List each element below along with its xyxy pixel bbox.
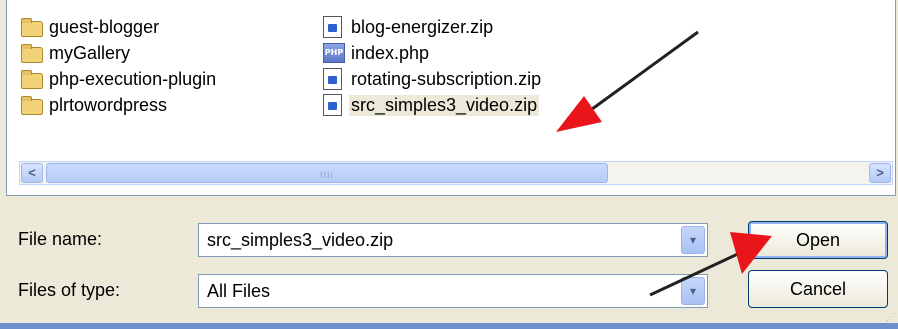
file-name-value: src_simples3_video.zip [207, 230, 394, 250]
scroll-left-button[interactable]: < [21, 163, 43, 183]
file-name-input[interactable]: src_simples3_video.zip ▾ [198, 223, 708, 257]
folder-icon [21, 69, 43, 89]
folder-label: guest-blogger [49, 16, 160, 37]
files-of-type-select[interactable]: All Files ▾ [198, 274, 708, 308]
open-button[interactable]: Open [748, 221, 888, 259]
horizontal-scrollbar[interactable]: < IIII > [19, 161, 893, 185]
folder-item[interactable]: myGallery [21, 40, 218, 66]
folder-label: php-execution-plugin [49, 68, 217, 89]
file-column: blog-energizer.zip PHP index.php rotatin… [323, 14, 543, 118]
folder-item[interactable]: plrtowordpress [21, 92, 218, 118]
folder-label: plrtowordpress [49, 94, 168, 115]
folder-icon [21, 17, 43, 37]
file-item[interactable]: rotating-subscription.zip [323, 66, 543, 92]
files-of-type-label: Files of type: [18, 280, 121, 300]
zip-file-icon [323, 16, 342, 38]
chevron-down-icon[interactable]: ▾ [681, 277, 705, 305]
cancel-button[interactable]: Cancel [748, 270, 888, 308]
file-label: index.php [351, 42, 430, 63]
file-name-label: File name: [18, 229, 103, 249]
grip-icon: IIII [319, 170, 335, 180]
file-item-selected[interactable]: src_simples3_video.zip [323, 92, 543, 118]
files-of-type-value: All Files [207, 281, 271, 301]
file-label: rotating-subscription.zip [351, 68, 542, 89]
scroll-right-button[interactable]: > [869, 163, 891, 183]
file-label: src_simples3_video.zip [349, 94, 540, 116]
scroll-thumb[interactable]: IIII [46, 163, 608, 183]
resize-grip-icon[interactable]: ⋰ [886, 313, 896, 323]
chevron-down-icon[interactable]: ▾ [681, 226, 705, 254]
folder-icon [21, 95, 43, 115]
file-item[interactable]: blog-energizer.zip [323, 14, 543, 40]
php-file-icon: PHP [323, 43, 345, 63]
folder-item[interactable]: guest-blogger [21, 14, 218, 40]
folder-label: myGallery [49, 42, 131, 63]
zip-file-icon [323, 68, 342, 90]
folder-item[interactable]: php-execution-plugin [21, 66, 218, 92]
dialog-bottom-edge [0, 323, 898, 329]
file-list-pane[interactable]: guest-blogger myGallery php-execution-pl… [6, 0, 896, 196]
folder-icon [21, 43, 43, 63]
zip-file-icon [323, 94, 342, 116]
file-item[interactable]: PHP index.php [323, 40, 543, 66]
folder-column: guest-blogger myGallery php-execution-pl… [21, 14, 218, 118]
file-label: blog-energizer.zip [351, 16, 494, 37]
